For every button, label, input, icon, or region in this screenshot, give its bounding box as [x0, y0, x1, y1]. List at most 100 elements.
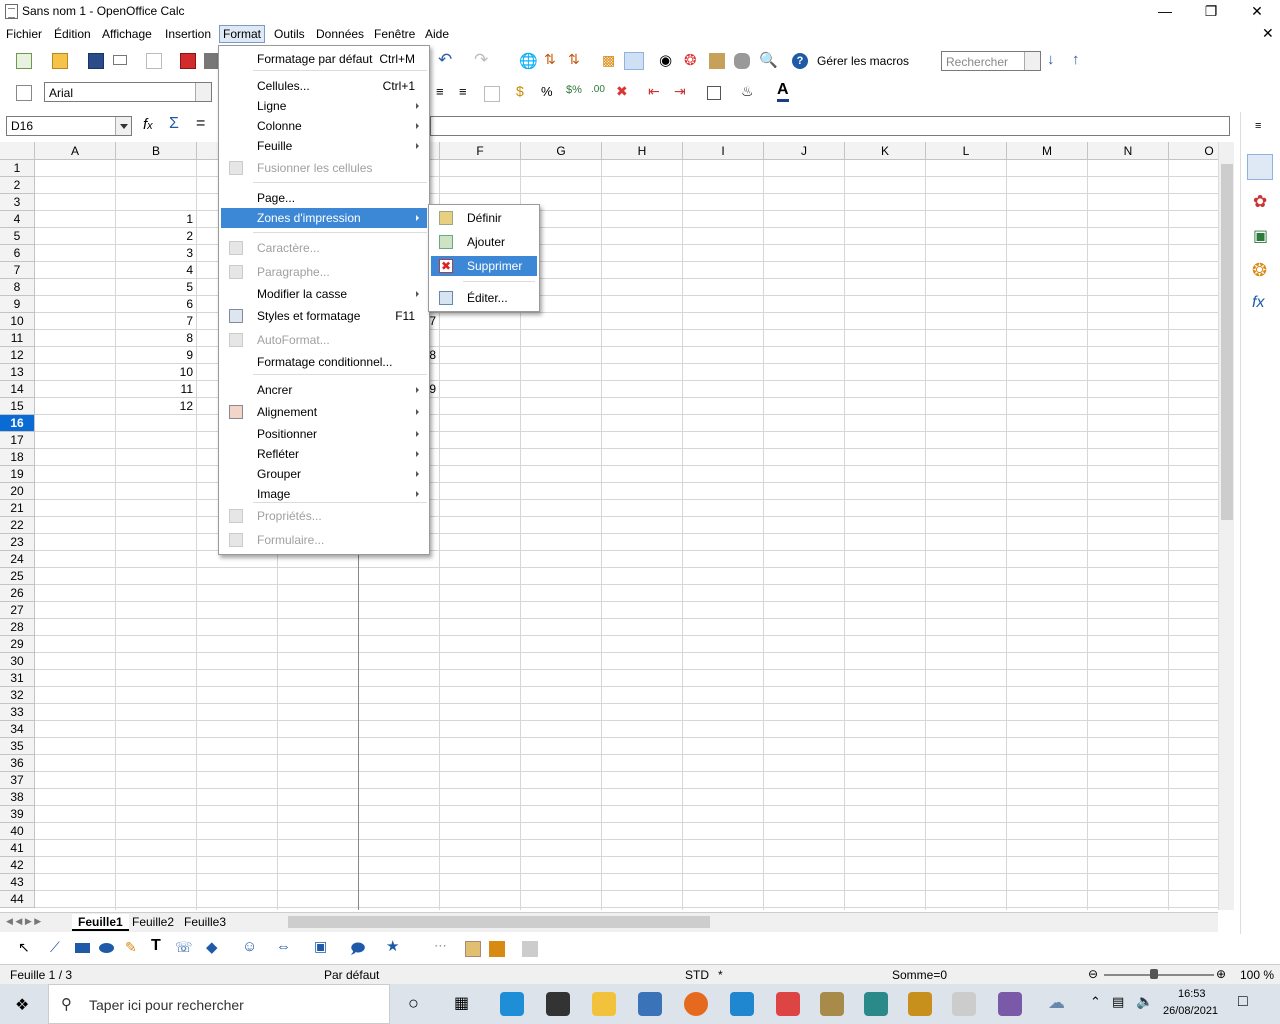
row-header-43[interactable]: 43: [0, 874, 35, 891]
row-header-29[interactable]: 29: [0, 636, 35, 653]
page-style[interactable]: Par défaut: [324, 968, 379, 982]
search-dropdown-icon[interactable]: [1024, 52, 1040, 70]
minimize-button[interactable]: —: [1142, 0, 1188, 24]
tab-navigation-icons[interactable]: ◀ ◀ ▶ ▶: [6, 916, 41, 927]
zoom-slider-handle[interactable]: [1150, 969, 1158, 979]
zoom-out-icon[interactable]: ⊖: [1088, 967, 1098, 981]
notifications-icon[interactable]: □: [1238, 993, 1248, 1011]
row-header-3[interactable]: 3: [0, 194, 35, 211]
currency-format-icon[interactable]: $: [516, 83, 524, 99]
row-header-4[interactable]: 4: [0, 211, 35, 228]
weather-icon[interactable]: ☁: [1048, 993, 1065, 1013]
format-menu-cellules[interactable]: Cellules... Ctrl+1: [221, 76, 427, 96]
column-header-G[interactable]: G: [521, 142, 602, 160]
format-menu-ligne[interactable]: Ligne: [221, 96, 427, 116]
row-header-22[interactable]: 22: [0, 517, 35, 534]
column-header-O[interactable]: O: [1169, 142, 1218, 160]
column-header-L[interactable]: L: [926, 142, 1007, 160]
ellipse-icon[interactable]: [99, 943, 114, 953]
row-header-23[interactable]: 23: [0, 534, 35, 551]
functions-sidebar-icon[interactable]: fx: [1252, 294, 1264, 312]
merge-cells-icon[interactable]: [484, 86, 500, 102]
cell-B15[interactable]: 12: [116, 398, 196, 415]
vertical-scrollbar[interactable]: [1218, 142, 1234, 910]
open-folder-icon[interactable]: [52, 53, 68, 69]
zoom-level[interactable]: 100 %: [1240, 968, 1274, 982]
column-header-I[interactable]: I: [683, 142, 764, 160]
row-header-31[interactable]: 31: [0, 670, 35, 687]
clock-time[interactable]: 16:53: [1178, 988, 1206, 1000]
align-right-icon[interactable]: ≡: [459, 84, 467, 99]
row-header-32[interactable]: 32: [0, 687, 35, 704]
menu-format[interactable]: Format: [219, 25, 266, 43]
horizontal-scrollbar[interactable]: [274, 914, 1214, 930]
gallery-icon[interactable]: [709, 53, 725, 69]
column-header-B[interactable]: B: [116, 142, 197, 160]
app-icon-11[interactable]: [952, 992, 976, 1016]
firefox-icon[interactable]: [684, 992, 708, 1016]
show-draw-functions-icon[interactable]: [624, 52, 644, 70]
format-menu-formatage-conditionnel[interactable]: Formatage conditionnel...: [221, 352, 427, 372]
sort-ascending-icon[interactable]: ⇅: [544, 51, 556, 68]
cell-B7[interactable]: 4: [116, 262, 196, 279]
add-decimal-icon[interactable]: .00: [591, 84, 605, 95]
format-menu-grouper[interactable]: Grouper: [221, 464, 427, 484]
submenu-editer[interactable]: Éditer...: [431, 288, 537, 308]
zoom-icon[interactable]: 🔍: [759, 51, 778, 69]
borders-icon[interactable]: [707, 86, 721, 100]
sidebar-menu-icon[interactable]: ≡: [1255, 120, 1261, 132]
navigator-sidebar-icon[interactable]: ❂: [1252, 260, 1267, 281]
submenu-ajouter[interactable]: Ajouter: [431, 232, 537, 252]
column-header-N[interactable]: N: [1088, 142, 1169, 160]
export-pdf-icon[interactable]: [180, 53, 196, 69]
styles-formatting-icon[interactable]: ✿: [1253, 192, 1267, 212]
row-header-35[interactable]: 35: [0, 738, 35, 755]
menu-aide[interactable]: Aide: [425, 27, 449, 41]
points-icon[interactable]: ⋯: [434, 938, 447, 954]
format-menu-modifier-la-casse[interactable]: Modifier la casse: [221, 284, 427, 304]
cell-B10[interactable]: 7: [116, 313, 196, 330]
column-header-K[interactable]: K: [845, 142, 926, 160]
sheet-tab-feuille2[interactable]: Feuille2: [126, 914, 180, 931]
cell-B14[interactable]: 11: [116, 381, 196, 398]
find-next-icon[interactable]: ↓: [1047, 51, 1055, 68]
close-button[interactable]: ✕: [1234, 0, 1280, 24]
app-icon-12[interactable]: [998, 992, 1022, 1016]
name-box-dropdown-icon[interactable]: [115, 117, 131, 135]
submenu-supprimer[interactable]: ✖ Supprimer: [431, 256, 537, 276]
row-header-13[interactable]: 13: [0, 364, 35, 381]
sum-icon[interactable]: Σ: [169, 115, 179, 133]
row-header-21[interactable]: 21: [0, 500, 35, 517]
row-header-30[interactable]: 30: [0, 653, 35, 670]
cell-B11[interactable]: 8: [116, 330, 196, 347]
format-menu-formatage-par-defaut[interactable]: Formatage par défaut Ctrl+M: [221, 49, 427, 69]
column-header-F[interactable]: F: [440, 142, 521, 160]
format-menu-styles-et-formatage[interactable]: Styles et formatage F11: [221, 306, 427, 326]
cell-B5[interactable]: 2: [116, 228, 196, 245]
search-input[interactable]: Rechercher: [941, 51, 1041, 71]
font-color-icon[interactable]: A: [777, 81, 789, 102]
format-menu-colonne[interactable]: Colonne: [221, 116, 427, 136]
email-icon[interactable]: [113, 55, 127, 65]
new-document-icon[interactable]: [16, 53, 32, 69]
row-header-33[interactable]: 33: [0, 704, 35, 721]
format-menu-image[interactable]: Image: [221, 484, 427, 504]
properties-icon[interactable]: [1247, 154, 1273, 180]
sort-descending-icon[interactable]: ⇅: [568, 51, 580, 68]
format-menu-positionner[interactable]: Positionner: [221, 424, 427, 444]
row-header-9[interactable]: 9: [0, 296, 35, 313]
percent-format-icon[interactable]: %: [541, 84, 553, 99]
menu-insertion[interactable]: Insertion: [165, 27, 211, 41]
name-box[interactable]: D16: [6, 116, 132, 136]
row-header-16[interactable]: 16: [0, 415, 35, 432]
spreadsheet-grid[interactable]: ABCDEFGHIJKLMNO1234567891011121314151617…: [0, 142, 1218, 910]
rectangle-icon[interactable]: [75, 943, 90, 953]
row-header-20[interactable]: 20: [0, 483, 35, 500]
text-icon[interactable]: T: [151, 937, 161, 955]
row-header-28[interactable]: 28: [0, 619, 35, 636]
row-header-19[interactable]: 19: [0, 466, 35, 483]
row-header-15[interactable]: 15: [0, 398, 35, 415]
freeform-icon[interactable]: ✎: [125, 939, 137, 956]
row-header-6[interactable]: 6: [0, 245, 35, 262]
select-all-corner[interactable]: [0, 142, 35, 160]
